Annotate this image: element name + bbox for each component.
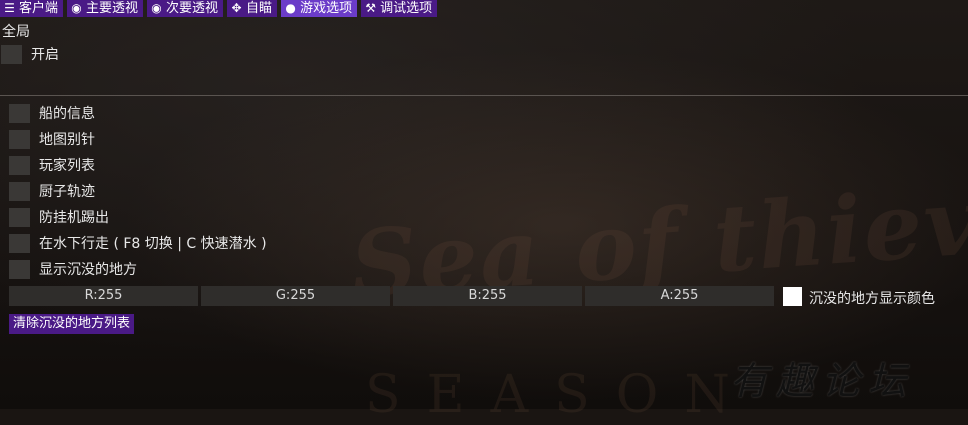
divider: [0, 95, 968, 96]
option-row[interactable]: 在水下行走 ( F8 切换 | C 快速潜水 ): [9, 233, 267, 253]
color-a-field[interactable]: A:255: [585, 286, 774, 306]
tab-bar: ☰ 客户端 ◉ 主要透视 ◉ 次要透视 ✥ 自瞄 ● 游戏选项 ⚒ 调试选项: [0, 0, 438, 17]
option-label: 厨子轨迹: [39, 184, 95, 200]
color-swatch[interactable]: [783, 287, 802, 306]
watermark: 有趣论坛: [730, 359, 915, 403]
option-label: 船的信息: [39, 106, 95, 122]
background-season-text: SEASON: [365, 365, 756, 425]
underwater-walk-checkbox[interactable]: [9, 233, 30, 253]
color-label: 沉没的地方显示颜色: [809, 291, 935, 307]
option-label: 玩家列表: [39, 158, 95, 174]
player-list-checkbox[interactable]: [9, 155, 30, 175]
ship-info-checkbox[interactable]: [9, 103, 30, 123]
color-g-field[interactable]: G:255: [201, 286, 390, 306]
tab-label: 调试选项: [380, 1, 433, 16]
color-b-field[interactable]: B:255: [393, 286, 582, 306]
tab-label: 次要透视: [166, 1, 219, 16]
anti-afk-checkbox[interactable]: [9, 207, 30, 227]
tab-game-options[interactable]: ● 游戏选项: [281, 0, 358, 17]
tab-client[interactable]: ☰ 客户端: [0, 0, 64, 17]
global-enable-label: 开启: [31, 47, 59, 63]
option-label: 防挂机踢出: [39, 210, 109, 226]
clear-sunk-list-button[interactable]: 清除沉没的地方列表: [9, 314, 135, 334]
sliders-icon: ☰: [4, 1, 15, 15]
option-row[interactable]: 地图别针: [9, 129, 95, 149]
wrench-icon: ⚒: [365, 1, 376, 15]
tab-label: 自瞄: [246, 1, 273, 16]
cook-tracker-checkbox[interactable]: [9, 181, 30, 201]
option-row[interactable]: 厨子轨迹: [9, 181, 95, 201]
option-row[interactable]: 玩家列表: [9, 155, 95, 175]
globe-icon: ●: [285, 1, 296, 15]
show-sunk-locations-checkbox[interactable]: [9, 259, 30, 279]
global-enable-row[interactable]: 开启: [1, 44, 59, 64]
tab-secondary-esp[interactable]: ◉ 次要透视: [147, 0, 224, 17]
tab-primary-esp[interactable]: ◉ 主要透视: [67, 0, 144, 17]
tab-aimbot[interactable]: ✥ 自瞄: [227, 0, 278, 17]
option-label: 显示沉没的地方: [39, 262, 137, 278]
tab-label: 客户端: [19, 1, 59, 16]
option-row[interactable]: 船的信息: [9, 103, 95, 123]
global-enable-checkbox[interactable]: [1, 44, 22, 64]
option-label: 地图别针: [39, 132, 95, 148]
eye-icon: ◉: [71, 1, 82, 15]
eye-icon: ◉: [151, 1, 162, 15]
tab-label: 游戏选项: [300, 1, 353, 16]
crosshair-icon: ✥: [231, 1, 242, 15]
option-label: 在水下行走 ( F8 切换 | C 快速潜水 ): [39, 236, 267, 252]
tab-debug-options[interactable]: ⚒ 调试选项: [361, 0, 438, 17]
map-pins-checkbox[interactable]: [9, 129, 30, 149]
section-title-global: 全局: [2, 24, 30, 40]
tab-label: 主要透视: [86, 1, 139, 16]
color-r-field[interactable]: R:255: [9, 286, 198, 306]
option-row[interactable]: 防挂机踢出: [9, 207, 109, 227]
color-editor: R:255 G:255 B:255 A:255: [9, 286, 774, 306]
option-row[interactable]: 显示沉没的地方: [9, 259, 137, 279]
